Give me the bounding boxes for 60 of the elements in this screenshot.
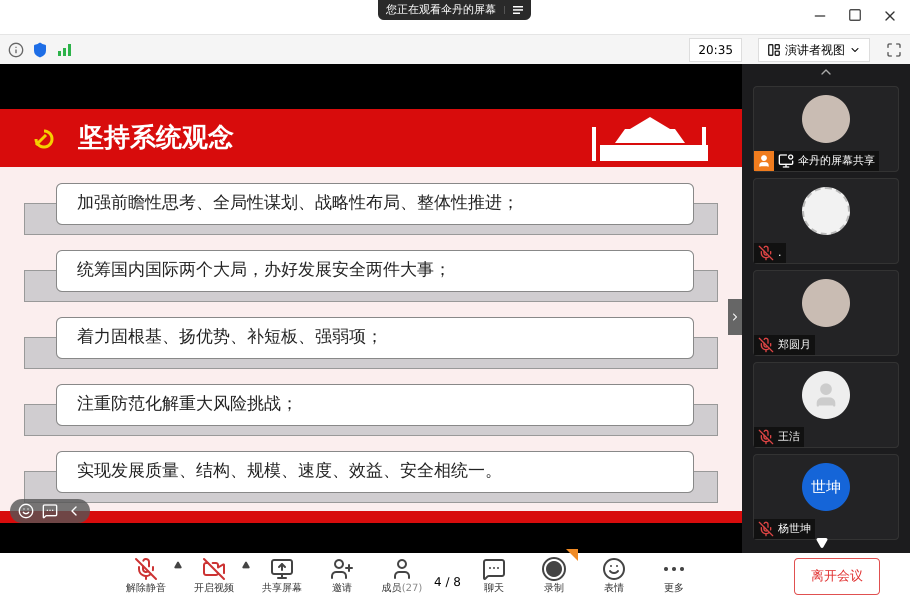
toolbar-button[interactable]: 录制	[526, 557, 582, 596]
viewing-banner-text: 您正在观看伞丹的屏幕	[385, 2, 497, 18]
emblem-icon	[32, 127, 54, 149]
corner-ribbon	[566, 549, 578, 561]
smiley-icon[interactable]	[18, 503, 34, 519]
scroll-down-icon[interactable]	[814, 537, 830, 549]
participant-tile[interactable]: 王洁	[753, 362, 899, 448]
participant-name: 郑圆月	[778, 337, 811, 353]
screen-icon	[778, 153, 794, 169]
item-card: 注重防范化解重大风险挑战；	[56, 384, 694, 426]
photo-placeholder	[802, 95, 850, 143]
toolbar-button[interactable]: 解除静音	[118, 557, 174, 596]
chat-icon	[482, 557, 506, 581]
view-mode-button[interactable]: 演讲者视图	[758, 38, 870, 62]
participant-tile[interactable]: 郑圆月	[753, 270, 899, 356]
toolbar-button[interactable]: 开启视频	[186, 557, 242, 596]
muted-mic-icon	[758, 429, 774, 445]
toolbar-button[interactable]: 更多	[646, 557, 702, 596]
leave-meeting-button[interactable]: 离开会议	[794, 558, 880, 596]
smiley-icon	[602, 557, 626, 581]
item-card: 实现发展质量、结构、规模、速度、效益、安全相统一。	[56, 451, 694, 493]
toolbar-button[interactable]: 邀请	[314, 557, 370, 596]
participant-tile[interactable]: 伞丹的屏幕共享	[753, 86, 899, 172]
slide-title: 坚持系统观念	[78, 122, 234, 154]
chat-icon[interactable]	[42, 503, 58, 519]
toolbar-button[interactable]: 成员(27)	[374, 557, 430, 596]
record-icon	[542, 557, 566, 581]
clock-text: 20:35	[689, 38, 742, 62]
photo-placeholder	[802, 279, 850, 327]
participant-name: 王洁	[778, 429, 800, 445]
toolbar-button[interactable]: 表情	[586, 557, 642, 596]
muted-mic-icon	[758, 245, 774, 261]
participant-tile[interactable]: 世坤 杨世坤	[753, 454, 899, 540]
caret-icon[interactable]	[174, 561, 182, 569]
info-icon[interactable]	[8, 42, 24, 58]
menu-icon[interactable]	[513, 6, 523, 14]
expand-panel-handle[interactable]	[728, 299, 742, 335]
toolbar-button[interactable]: 聊天	[466, 557, 522, 596]
layout-icon	[767, 42, 781, 56]
muted-mic-icon	[758, 337, 774, 353]
item-card: 统筹国内国际两个大局，办好发展安全两件大事；	[56, 250, 694, 292]
fullscreen-icon[interactable]	[886, 42, 902, 58]
participant-name: 杨世坤	[778, 521, 811, 537]
add-person-icon	[330, 557, 354, 581]
maximize-icon[interactable]	[848, 8, 862, 22]
more-icon	[664, 567, 684, 571]
participant-tile[interactable]: .	[753, 178, 899, 264]
item-card: 着力固根基、扬优势、补短板、强弱项；	[56, 317, 694, 359]
muted-mic-icon	[758, 521, 774, 537]
screen-share-icon	[270, 557, 294, 581]
participant-name: .	[778, 245, 782, 261]
caret-icon[interactable]	[242, 561, 250, 569]
initials-avatar: 世坤	[802, 463, 850, 511]
muted-mic-icon	[134, 557, 158, 581]
shield-icon[interactable]	[32, 42, 48, 58]
toolbar-button[interactable]: 共享屏幕	[254, 557, 310, 596]
item-card: 加强前瞻性思考、全局性谋划、战略性布局、整体性推进；	[56, 183, 694, 225]
video-off-icon	[202, 557, 226, 581]
participant-name: 伞丹的屏幕共享	[798, 153, 875, 169]
host-badge-icon	[754, 151, 774, 171]
